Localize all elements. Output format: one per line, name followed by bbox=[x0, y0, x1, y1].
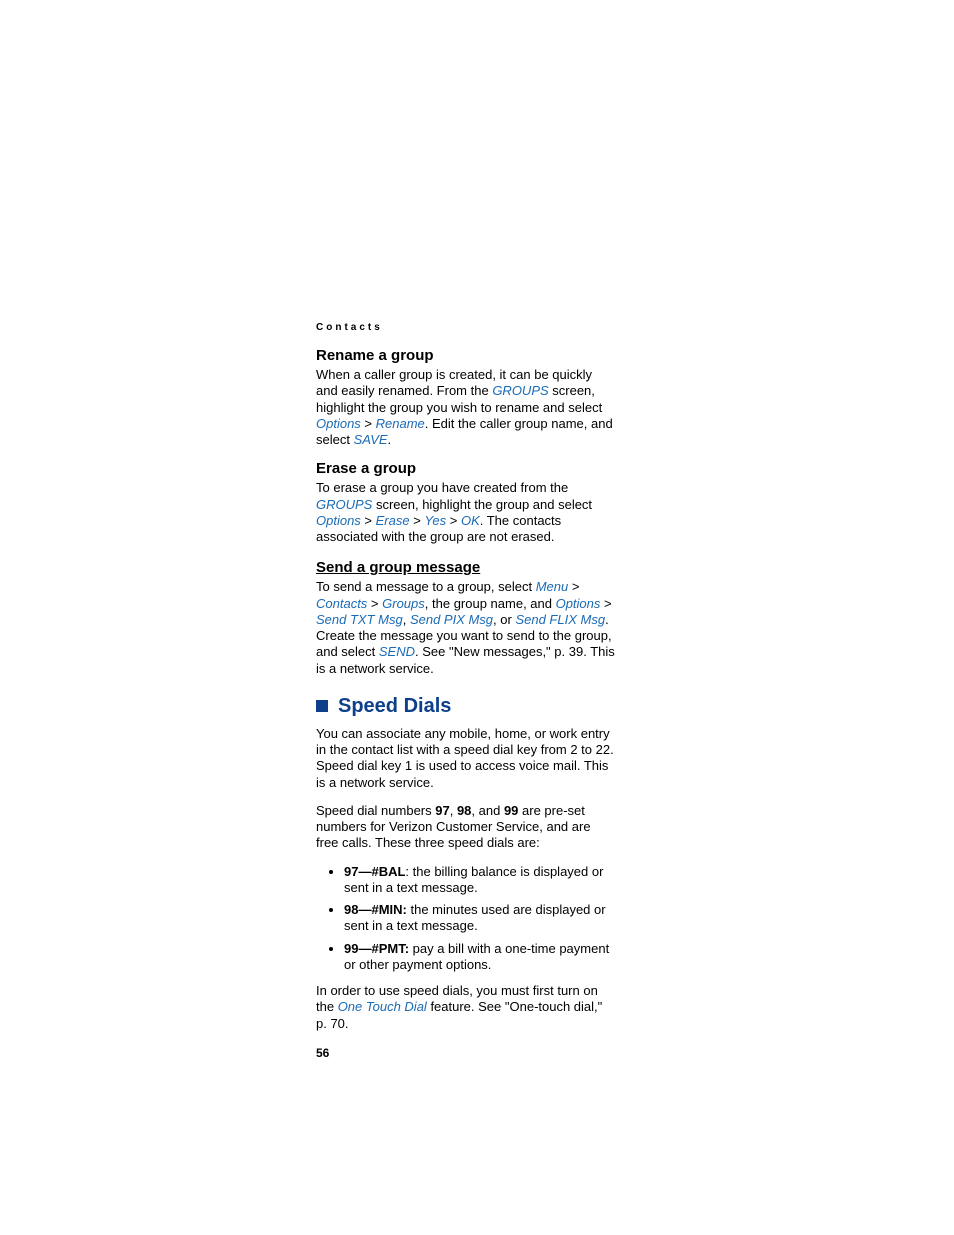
ui-groups: Groups bbox=[382, 596, 425, 611]
ui-yes: Yes bbox=[424, 513, 446, 528]
ui-send-txt: Send TXT Msg bbox=[316, 612, 403, 627]
text: > bbox=[367, 596, 382, 611]
num-99: 99 bbox=[504, 803, 518, 818]
list-item: 98—#MIN: the minutes used are displayed … bbox=[344, 902, 616, 935]
list-item: 99—#PMT: pay a bill with a one-time paym… bbox=[344, 941, 616, 974]
page-content: Contacts Rename a group When a caller gr… bbox=[316, 322, 616, 1060]
li-bold: 98—#MIN: bbox=[344, 902, 407, 917]
num-97: 97 bbox=[435, 803, 449, 818]
text: , bbox=[403, 612, 410, 627]
text: To erase a group you have created from t… bbox=[316, 480, 568, 495]
square-bullet-icon bbox=[316, 700, 328, 712]
ui-send-pix: Send PIX Msg bbox=[410, 612, 493, 627]
speed-dials-list: 97—#BAL: the billing balance is displaye… bbox=[316, 864, 616, 974]
num-98: 98 bbox=[457, 803, 471, 818]
li-bold: 97—#BAL bbox=[344, 864, 405, 879]
text: , or bbox=[493, 612, 515, 627]
speed-dials-preset: Speed dial numbers 97, 98, and 99 are pr… bbox=[316, 803, 616, 852]
erase-group-heading: Erase a group bbox=[316, 460, 616, 477]
running-header: Contacts bbox=[316, 322, 616, 333]
ui-rename: Rename bbox=[376, 416, 425, 431]
ui-one-touch-dial: One Touch Dial bbox=[338, 999, 427, 1014]
list-item: 97—#BAL: the billing balance is displaye… bbox=[344, 864, 616, 897]
text: > bbox=[410, 513, 425, 528]
ui-ok: OK bbox=[461, 513, 480, 528]
speed-dials-intro: You can associate any mobile, home, or w… bbox=[316, 726, 616, 791]
text: > bbox=[600, 596, 611, 611]
ui-contacts: Contacts bbox=[316, 596, 367, 611]
send-group-body: To send a message to a group, select Men… bbox=[316, 579, 616, 677]
speed-dials-heading: Speed Dials bbox=[338, 695, 451, 718]
speed-dials-heading-row: Speed Dials bbox=[316, 695, 616, 718]
ui-groups: GROUPS bbox=[316, 497, 372, 512]
ui-erase: Erase bbox=[376, 513, 410, 528]
text: . bbox=[388, 432, 392, 447]
li-bold: 99—#PMT: bbox=[344, 941, 409, 956]
ui-save: SAVE bbox=[354, 432, 388, 447]
ui-menu: Menu bbox=[536, 579, 569, 594]
rename-group-body: When a caller group is created, it can b… bbox=[316, 367, 616, 448]
text: To send a message to a group, select bbox=[316, 579, 536, 594]
page-number: 56 bbox=[316, 1046, 616, 1060]
text: , bbox=[450, 803, 457, 818]
send-group-heading: Send a group message bbox=[316, 559, 616, 576]
text: > bbox=[361, 416, 376, 431]
text: Speed dial numbers bbox=[316, 803, 435, 818]
text: screen, highlight the group and select bbox=[372, 497, 592, 512]
ui-groups: GROUPS bbox=[492, 383, 548, 398]
ui-send: SEND bbox=[379, 644, 415, 659]
ui-options: Options bbox=[556, 596, 601, 611]
speed-dials-note: In order to use speed dials, you must fi… bbox=[316, 983, 616, 1032]
text: > bbox=[446, 513, 461, 528]
text: , and bbox=[471, 803, 504, 818]
ui-options: Options bbox=[316, 513, 361, 528]
text: > bbox=[568, 579, 579, 594]
ui-options: Options bbox=[316, 416, 361, 431]
text: , the group name, and bbox=[425, 596, 556, 611]
erase-group-body: To erase a group you have created from t… bbox=[316, 480, 616, 545]
text: > bbox=[361, 513, 376, 528]
ui-send-flix: Send FLIX Msg bbox=[515, 612, 605, 627]
rename-group-heading: Rename a group bbox=[316, 347, 616, 364]
